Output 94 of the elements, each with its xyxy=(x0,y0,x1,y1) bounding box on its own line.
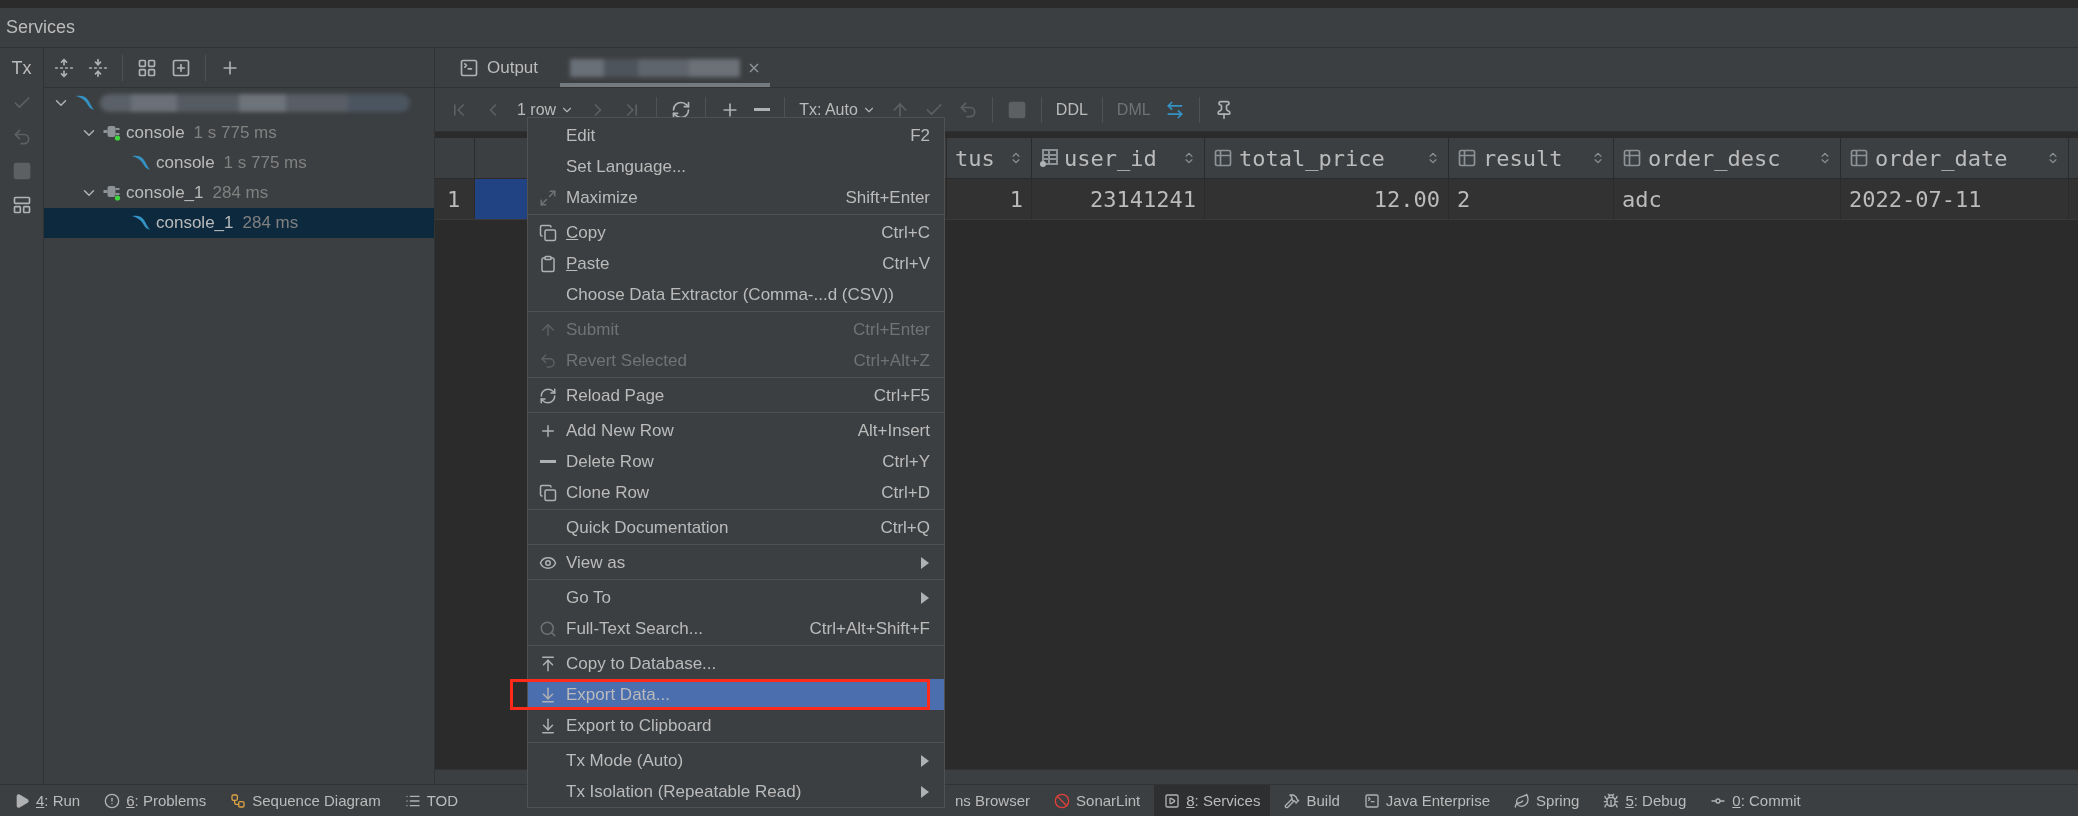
diagram-icon xyxy=(230,792,247,809)
index-column-icon xyxy=(1040,149,1058,167)
tree-row[interactable]: console 1 s 775 ms xyxy=(44,148,434,178)
reload-icon xyxy=(539,386,557,405)
menu-item[interactable]: Clone Row Ctrl+D xyxy=(528,477,944,508)
hammer-icon xyxy=(1284,792,1301,809)
menu-item[interactable]: Copy Ctrl+C xyxy=(528,217,944,248)
plug-icon xyxy=(103,184,121,201)
submenu-arrow-icon xyxy=(920,753,930,768)
dropdown-button[interactable]: 1 row xyxy=(517,100,557,119)
play-icon xyxy=(14,792,30,809)
menu-item[interactable]: Export to Clipboard xyxy=(528,710,944,741)
menu-item[interactable]: Set Language... xyxy=(528,151,944,182)
tool-window-tab[interactable]: Sequence Diagram xyxy=(220,785,391,816)
column-header[interactable]: order_desc xyxy=(1614,138,1841,178)
copy-icon xyxy=(539,223,557,242)
no-entry-icon xyxy=(1054,792,1071,809)
upload-icon xyxy=(539,654,557,673)
minus-icon xyxy=(540,460,556,463)
menu-item[interactable]: Edit F2 xyxy=(528,120,944,151)
column-icon xyxy=(1622,148,1642,168)
menu-item[interactable]: Choose Data Extractor (Comma-...d (CSV)) xyxy=(528,279,944,310)
warning-icon xyxy=(104,792,121,809)
editor-tab[interactable]: Output xyxy=(449,48,549,87)
clipboard-icon xyxy=(539,254,557,273)
add-service-icon[interactable] xyxy=(171,57,191,78)
menu-item[interactable]: Reload Page Ctrl+F5 xyxy=(528,380,944,411)
table-cell[interactable]: 2 xyxy=(1449,179,1614,219)
menu-item[interactable]: Maximize Shift+Enter xyxy=(528,182,944,213)
revert-icon xyxy=(539,351,557,370)
menu-item[interactable]: View as xyxy=(528,547,944,578)
column-header[interactable]: result xyxy=(1449,138,1614,178)
download-icon xyxy=(539,685,557,704)
menu-item[interactable]: Add New Row Alt+Insert xyxy=(528,415,944,446)
tree-row[interactable]: console_1 284 ms xyxy=(44,208,434,238)
menu-item[interactable]: Quick Documentation Ctrl+Q xyxy=(528,512,944,543)
column-header[interactable]: user_id xyxy=(1032,138,1205,178)
column-icon xyxy=(1457,148,1477,168)
services-icon xyxy=(1164,792,1181,809)
layout-icon[interactable] xyxy=(11,195,32,215)
close-icon[interactable] xyxy=(748,61,761,74)
tool-window-tab[interactable]: TOD xyxy=(394,785,469,816)
clone-icon xyxy=(539,483,557,502)
table-cell[interactable]: 1 xyxy=(947,179,1032,219)
column-header[interactable]: total_price xyxy=(1205,138,1449,178)
tree-row[interactable]: console_1 284 ms xyxy=(44,178,434,208)
window-icon xyxy=(1363,792,1380,809)
download-icon xyxy=(539,716,557,735)
sort-icon[interactable] xyxy=(1009,151,1023,165)
menu-item[interactable]: Tx Isolation (Repeatable Read) xyxy=(528,776,944,807)
table-cell[interactable]: 12.00 xyxy=(1205,179,1449,219)
bug-icon xyxy=(1603,792,1620,809)
tool-window-tab[interactable]: Java Enterprise xyxy=(1353,785,1501,816)
column-header[interactable]: order_date xyxy=(1841,138,2069,178)
reload-icon[interactable] xyxy=(671,99,692,120)
menu-item[interactable]: Copy to Database... xyxy=(528,648,944,679)
tool-window-tab[interactable]: 8: Services xyxy=(1154,785,1271,816)
tool-window-tab[interactable]: ns Browser xyxy=(945,785,1041,816)
toolbar-text-button[interactable]: DDL xyxy=(1055,100,1088,119)
column-header[interactable]: tus xyxy=(947,138,1032,178)
table-cell[interactable]: 23141241 xyxy=(1032,179,1205,219)
tool-window-tab[interactable]: 0: Commit xyxy=(1700,785,1811,816)
submenu-arrow-icon xyxy=(920,784,930,799)
delete-row-icon[interactable] xyxy=(754,108,771,111)
tool-window-tab[interactable]: SonarLint xyxy=(1044,785,1151,816)
tool-window-tab[interactable]: 4: Run xyxy=(4,785,91,816)
transaction-mode-button[interactable]: Tx xyxy=(11,58,32,79)
tool-window-tab[interactable]: Build xyxy=(1274,785,1350,816)
panel-title: Services xyxy=(6,17,76,38)
tool-window-tab[interactable]: 5: Debug xyxy=(1593,785,1697,816)
maximize-icon xyxy=(539,188,557,207)
collapse-all-icon[interactable] xyxy=(88,57,108,78)
table-cell[interactable]: adc xyxy=(1614,179,1841,219)
table-cell[interactable]: 2022-07-11 xyxy=(1841,179,2069,219)
plug-icon xyxy=(103,124,121,141)
tree-row[interactable]: console 1 s 775 ms xyxy=(44,118,434,148)
expand-all-icon[interactable] xyxy=(54,57,74,78)
leaf-icon xyxy=(1514,792,1531,809)
menu-item[interactable]: Tx Mode (Auto) xyxy=(528,745,944,776)
tool-window-tab[interactable]: Spring xyxy=(1504,785,1590,816)
submenu-arrow-icon xyxy=(920,555,930,570)
menu-item[interactable]: Delete Row Ctrl+Y xyxy=(528,446,944,477)
column-icon xyxy=(1213,148,1233,168)
column-icon xyxy=(1849,148,1869,168)
menu-item[interactable]: Go To xyxy=(528,582,944,613)
group-icon[interactable] xyxy=(137,57,157,78)
search-icon xyxy=(539,619,557,638)
tool-window-tab[interactable]: 6: Problems xyxy=(94,785,217,816)
dropdown-button[interactable]: Tx: Auto xyxy=(799,100,858,119)
submenu-arrow-icon xyxy=(920,590,930,605)
menu-item[interactable]: Full-Text Search... Ctrl+Alt+Shift+F xyxy=(528,613,944,644)
row-number: 1 xyxy=(446,186,461,212)
console-icon xyxy=(459,57,479,78)
menu-item[interactable]: Paste Ctrl+V xyxy=(528,248,944,279)
